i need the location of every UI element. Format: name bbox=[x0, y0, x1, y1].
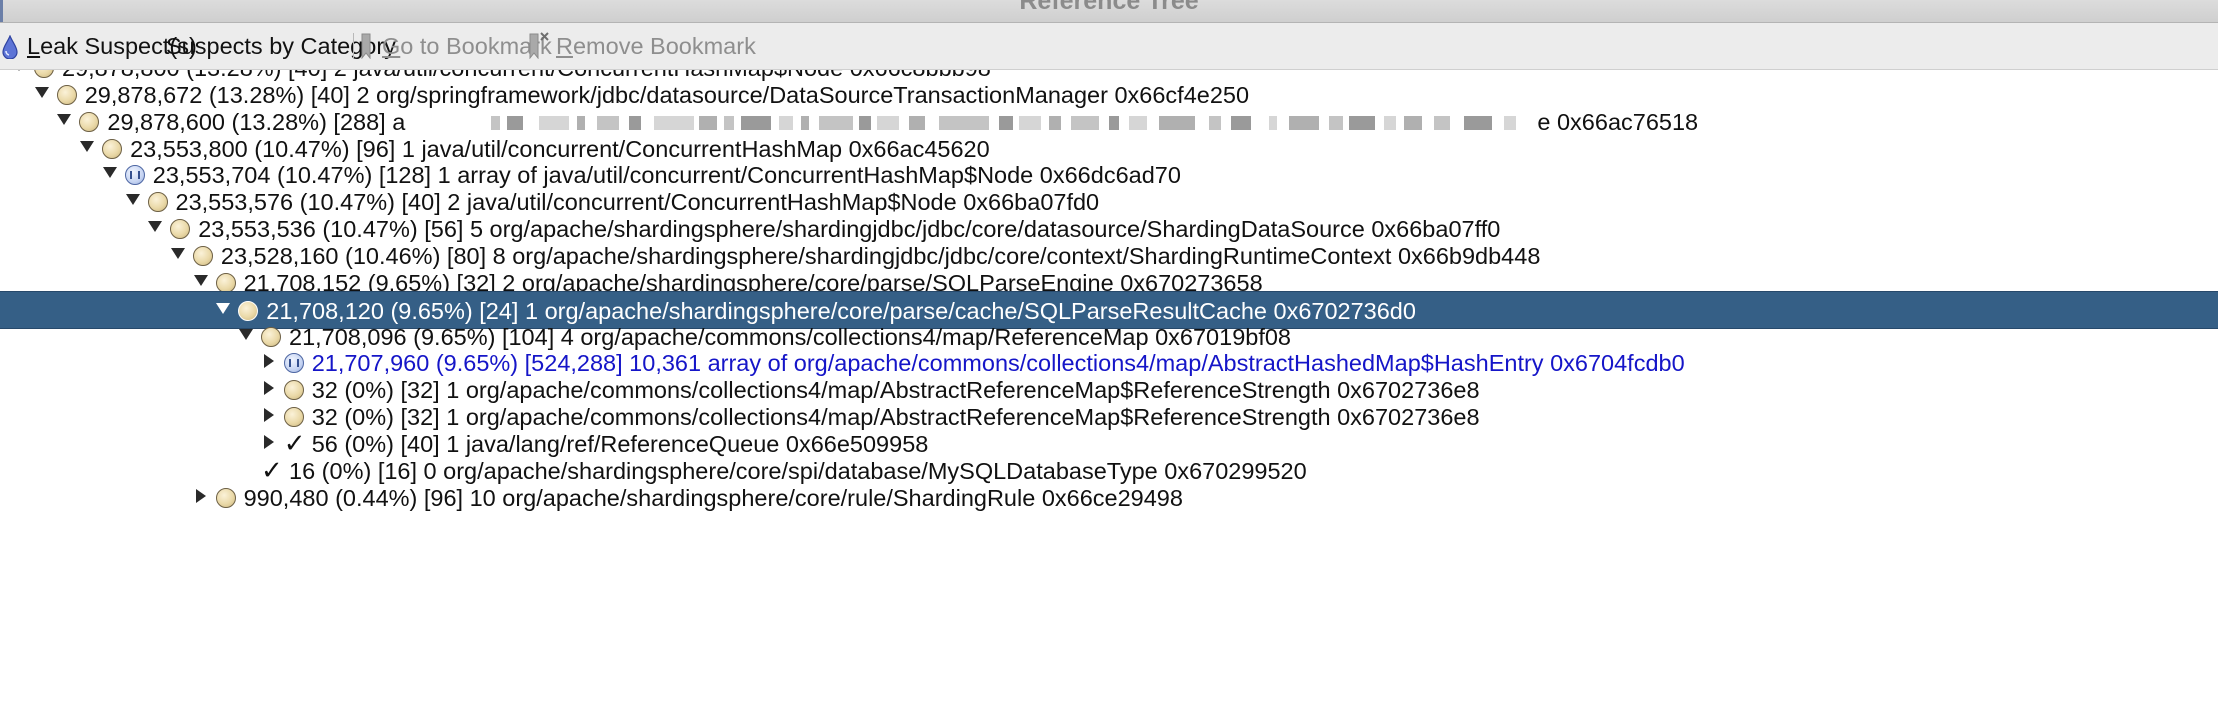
redaction-block bbox=[939, 115, 990, 130]
collapse-arrow-icon[interactable] bbox=[12, 70, 26, 71]
redaction-block bbox=[577, 115, 586, 130]
tree-row-label: 990,480 (0.44%) [96] 10 org/apache/shard… bbox=[243, 484, 1183, 511]
remove-bookmark-label: emove Bookmark bbox=[572, 33, 756, 59]
array-bracket-glyph bbox=[288, 359, 299, 368]
collapse-arrow-icon[interactable] bbox=[80, 140, 95, 152]
redaction-block bbox=[1384, 115, 1397, 130]
redaction-block bbox=[877, 115, 900, 130]
remove-bookmark-button[interactable]: Remove Bookmark bbox=[556, 31, 756, 61]
redaction-block bbox=[1269, 115, 1278, 130]
redaction-block bbox=[654, 115, 695, 130]
redaction-block bbox=[699, 115, 718, 130]
redaction-block bbox=[724, 115, 735, 130]
redaction-block bbox=[1289, 115, 1320, 130]
collapse-arrow-icon[interactable] bbox=[239, 328, 253, 340]
redaction-block bbox=[507, 115, 524, 130]
redaction-block bbox=[1349, 115, 1376, 130]
collapse-arrow-icon[interactable] bbox=[34, 86, 49, 98]
collapse-arrow-icon[interactable] bbox=[193, 274, 208, 286]
redaction-block bbox=[741, 115, 772, 130]
window-title: Reference Tree bbox=[1019, 0, 1199, 15]
remove-bookmark-icon bbox=[529, 32, 549, 59]
redaction-block bbox=[1464, 115, 1493, 130]
go-to-bookmark-mnemonic: G bbox=[382, 33, 401, 59]
expand-arrow-icon[interactable] bbox=[263, 354, 274, 369]
expand-arrow-icon[interactable] bbox=[263, 408, 274, 423]
expand-arrow-icon[interactable] bbox=[263, 434, 274, 449]
redaction-block bbox=[801, 115, 810, 130]
redaction-block bbox=[1404, 115, 1423, 130]
remove-bookmark-mnemonic: R bbox=[556, 33, 573, 59]
redaction-block bbox=[1231, 115, 1252, 130]
toolbar-separator bbox=[353, 33, 354, 59]
collapse-arrow-icon[interactable] bbox=[57, 113, 72, 125]
redaction-block bbox=[597, 115, 620, 130]
redaction-block bbox=[1019, 115, 1042, 130]
redaction-block bbox=[491, 115, 501, 130]
array-bracket-glyph bbox=[129, 171, 140, 180]
collapse-arrow-icon[interactable] bbox=[216, 302, 231, 314]
redaction-block bbox=[779, 115, 794, 130]
redaction-block bbox=[1071, 115, 1100, 130]
bookmark-icon bbox=[361, 33, 371, 59]
leak-drop-icon bbox=[2, 35, 18, 59]
collapse-arrow-icon[interactable] bbox=[148, 221, 163, 233]
redaction-block bbox=[1209, 115, 1222, 130]
tree-row[interactable]: 990,480 (0.44%) [96] 10 org/apache/shard… bbox=[0, 479, 2218, 517]
redaction-block bbox=[629, 115, 642, 130]
redaction-block bbox=[999, 115, 1014, 130]
expand-arrow-icon[interactable] bbox=[195, 488, 206, 503]
leak-suspects-mnemonic: L bbox=[27, 33, 41, 59]
redaction-block bbox=[1159, 115, 1196, 130]
redaction-block bbox=[1504, 115, 1517, 130]
collapse-arrow-icon[interactable] bbox=[125, 194, 140, 206]
redaction-block bbox=[1109, 115, 1120, 130]
redaction-block bbox=[1329, 115, 1344, 130]
expand-arrow-icon[interactable] bbox=[263, 381, 274, 396]
collapse-arrow-icon[interactable] bbox=[102, 167, 117, 179]
redaction-block bbox=[539, 115, 570, 130]
go-to-bookmark-button[interactable]: Go to Bookmark bbox=[382, 31, 552, 61]
redaction-block bbox=[859, 115, 872, 130]
object-icon bbox=[215, 487, 236, 508]
reference-tree[interactable]: 29,878,800 (13.28%) [40] 2 java/util/con… bbox=[0, 70, 2218, 702]
redaction-block bbox=[909, 115, 926, 130]
toolbar: Leak Suspect(s) Suspects by Category Go … bbox=[0, 23, 2218, 70]
redaction-block bbox=[1434, 115, 1451, 130]
redaction-block bbox=[1049, 115, 1062, 130]
redaction-block bbox=[1129, 115, 1148, 130]
window-titlebar: Reference Tree bbox=[0, 0, 2218, 23]
redaction-block bbox=[819, 115, 854, 130]
collapse-arrow-icon[interactable] bbox=[170, 247, 185, 259]
